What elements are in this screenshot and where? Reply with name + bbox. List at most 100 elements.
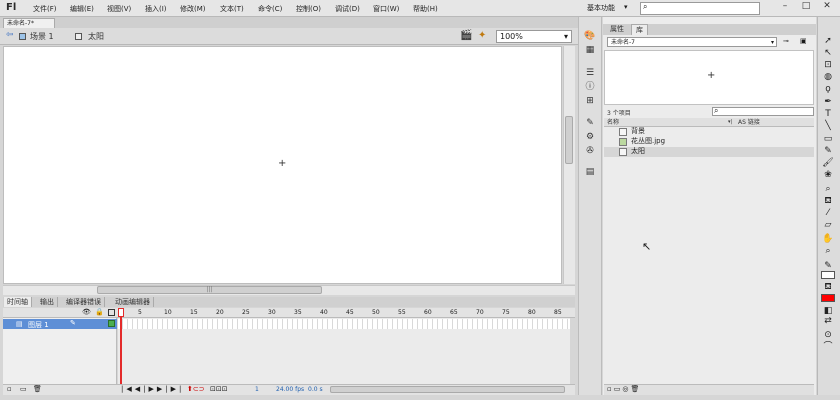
- menu-window[interactable]: 窗口(W): [373, 4, 399, 14]
- fill-color-swatch[interactable]: [821, 294, 835, 302]
- frame-row[interactable]: [118, 319, 570, 329]
- history-panel-icon[interactable]: ▤: [584, 167, 596, 178]
- color-panel-icon[interactable]: 🎨: [584, 31, 596, 42]
- layer-color-swatch[interactable]: [108, 320, 115, 327]
- tab-timeline[interactable]: 时间轴: [4, 297, 32, 307]
- menu-edit[interactable]: 编辑(E): [70, 4, 94, 14]
- transform-panel-icon[interactable]: ⊞: [584, 96, 596, 107]
- close-button[interactable]: ✕: [820, 1, 834, 15]
- components-icon[interactable]: ⚙: [584, 132, 596, 143]
- current-frame[interactable]: 1: [255, 386, 259, 393]
- paint-bucket-tool-icon[interactable]: ⛾: [821, 196, 835, 207]
- edit-symbol-icon[interactable]: ✦: [478, 30, 486, 41]
- menu-modify[interactable]: 修改(M): [180, 4, 206, 14]
- minimize-button[interactable]: –: [778, 1, 792, 15]
- motion-presets-icon[interactable]: ✇: [584, 146, 596, 157]
- new-library-panel-icon[interactable]: ▣: [800, 37, 807, 45]
- stage-vertical-scrollbar[interactable]: [563, 46, 575, 284]
- new-layer-icon[interactable]: ▫: [7, 385, 12, 393]
- library-search-input[interactable]: [712, 107, 814, 116]
- workspace-switcher[interactable]: 基本功能: [587, 3, 615, 13]
- eye-icon[interactable]: 👁: [82, 308, 91, 316]
- layer-name[interactable]: 图层 1: [28, 320, 49, 330]
- library-document-select[interactable]: 未命名-7 ▾: [607, 37, 777, 47]
- edit-scene-icon[interactable]: 🎬: [460, 30, 472, 41]
- rectangle-tool-icon[interactable]: ▭: [821, 134, 835, 145]
- column-name[interactable]: 名称: [607, 118, 619, 127]
- frame-number: 45: [346, 309, 354, 316]
- back-arrow-icon[interactable]: ⇦: [6, 30, 14, 40]
- library-item-name[interactable]: 背景: [631, 127, 645, 136]
- smooth-icon[interactable]: ⌒: [821, 342, 835, 353]
- scene-breadcrumb[interactable]: 场景 1: [30, 31, 54, 42]
- library-item-name[interactable]: 太阳: [631, 147, 645, 156]
- playhead[interactable]: [120, 308, 122, 384]
- elapsed-time[interactable]: 0.0 s: [308, 386, 323, 393]
- registration-point-icon: +: [278, 158, 287, 169]
- delete-layer-icon[interactable]: 🗑: [33, 385, 42, 393]
- text-tool-icon[interactable]: T: [821, 109, 835, 120]
- pencil-tool-icon[interactable]: ✎: [821, 146, 835, 157]
- lasso-tool-icon[interactable]: ϙ: [821, 84, 835, 95]
- menu-control[interactable]: 控制(O): [296, 4, 321, 14]
- swatches-panel-icon[interactable]: ▦: [584, 45, 596, 56]
- zoom-tool-icon[interactable]: ⌕: [821, 246, 835, 257]
- new-folder-icon[interactable]: ▭: [20, 385, 27, 393]
- onion-skin-icon[interactable]: ⬆⊂⊃: [187, 385, 205, 393]
- lock-icon[interactable]: 🔒: [95, 308, 104, 316]
- tab-properties[interactable]: 属性: [606, 24, 628, 35]
- edit-markers-icon[interactable]: ⊡⊡⊡: [210, 385, 228, 393]
- swap-colors-icon[interactable]: ⇄: [821, 316, 835, 327]
- document-tab[interactable]: 未命名-7*: [3, 18, 55, 28]
- eraser-tool-icon[interactable]: ▱: [821, 220, 835, 231]
- frame-number: 30: [268, 309, 276, 316]
- snap-to-objects-icon[interactable]: ⊙: [821, 330, 835, 341]
- column-linkage[interactable]: AS 链接: [738, 118, 760, 127]
- subselection-tool-icon[interactable]: ↖: [821, 48, 835, 59]
- brush-tool-icon[interactable]: 🖌: [821, 158, 835, 169]
- pen-tool-icon[interactable]: ✒: [821, 97, 835, 108]
- horizontal-scroll-thumb[interactable]: |||: [97, 286, 322, 294]
- menu-commands[interactable]: 命令(C): [258, 4, 282, 14]
- playback-controls[interactable]: |◀◀|▶▶|▶|: [121, 385, 184, 393]
- info-panel-icon[interactable]: ⓘ: [584, 82, 596, 93]
- chevron-down-icon[interactable]: ▾: [624, 3, 628, 11]
- menu-text[interactable]: 文本(T): [220, 4, 244, 14]
- sort-icon[interactable]: ▾|: [728, 118, 732, 127]
- stroke-color-swatch[interactable]: [821, 271, 835, 279]
- pin-icon[interactable]: ⊸: [783, 37, 789, 45]
- menu-file[interactable]: 文件(F): [33, 4, 57, 14]
- deco-tool-icon[interactable]: ❀: [821, 170, 835, 181]
- help-search-input[interactable]: [640, 2, 760, 15]
- symbol-breadcrumb[interactable]: 太阳: [88, 31, 104, 42]
- tab-output[interactable]: 输出: [37, 297, 58, 307]
- menu-debug[interactable]: 调试(D): [335, 4, 360, 14]
- vertical-scroll-thumb[interactable]: [565, 116, 573, 164]
- free-transform-tool-icon[interactable]: ⊡: [821, 60, 835, 71]
- line-tool-icon[interactable]: ╲: [821, 121, 835, 132]
- flash-ide-window: Fl 文件(F) 编辑(E) 视图(V) 插入(I) 修改(M) 文本(T) 命…: [0, 0, 840, 400]
- library-item-name[interactable]: 花丛图.jpg: [631, 137, 665, 146]
- eyedropper-tool-icon[interactable]: ⁄: [821, 208, 835, 219]
- fill-color-icon: ⛾: [824, 282, 832, 292]
- zoom-select[interactable]: 100% ▾: [496, 30, 572, 43]
- selection-tool-icon[interactable]: ➚: [821, 36, 835, 47]
- hand-tool-icon[interactable]: ✋: [821, 234, 835, 245]
- tab-library[interactable]: 库: [631, 24, 648, 35]
- code-snippets-icon[interactable]: ✎: [584, 118, 596, 129]
- timeline-scrollbar[interactable]: [330, 386, 565, 393]
- 3d-rotation-tool-icon[interactable]: ◍: [821, 72, 835, 83]
- menu-help[interactable]: 帮助(H): [413, 4, 438, 14]
- menu-insert[interactable]: 插入(I): [145, 4, 167, 14]
- playhead-handle[interactable]: [118, 308, 124, 317]
- menu-view[interactable]: 视图(V): [107, 4, 131, 14]
- outline-icon[interactable]: [108, 309, 115, 316]
- align-panel-icon[interactable]: ☰: [584, 68, 596, 79]
- maximize-button[interactable]: □: [799, 1, 813, 15]
- library-actions[interactable]: ▫▭◎🗑: [607, 385, 641, 393]
- frame-number: 75: [502, 309, 510, 316]
- tab-compiler-errors[interactable]: 编译器错误: [63, 297, 105, 307]
- tab-motion-editor[interactable]: 动画编辑器: [112, 297, 154, 307]
- bone-tool-icon[interactable]: ⌕: [821, 184, 835, 195]
- frame-rate[interactable]: 24.00 fps: [276, 386, 304, 393]
